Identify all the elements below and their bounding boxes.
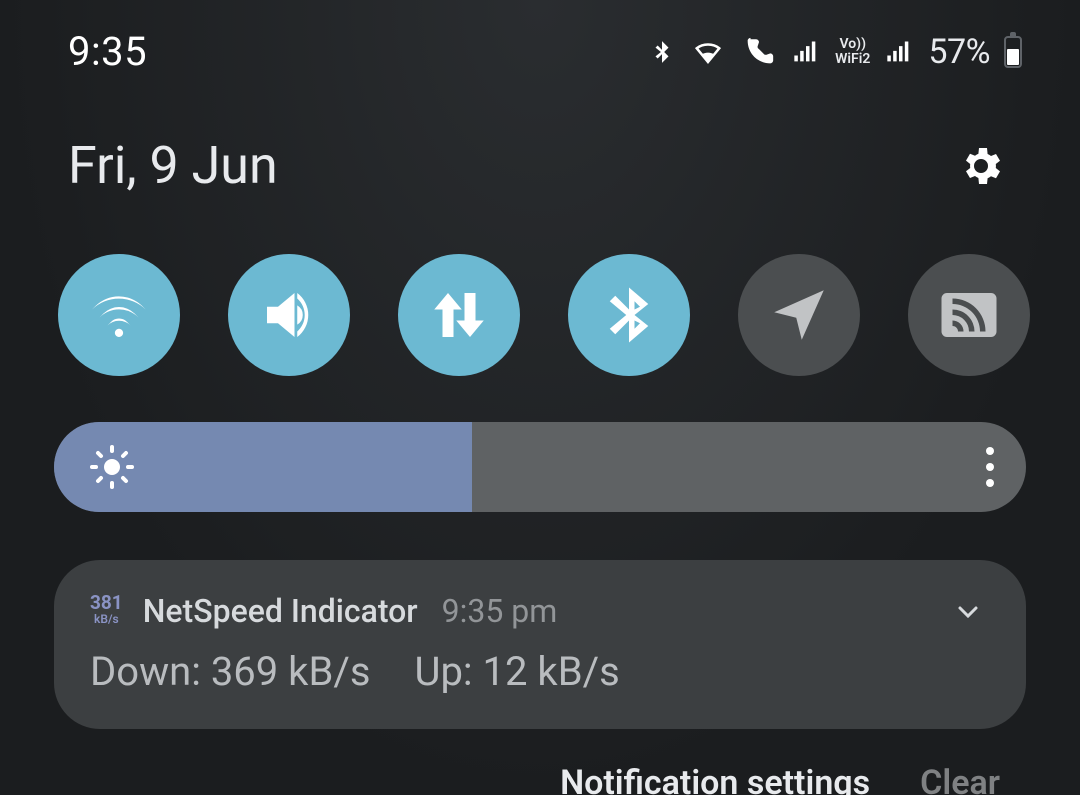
notification-header: 381 kB/s NetSpeed Indicator 9:35 pm — [90, 592, 980, 630]
toggle-smartview[interactable] — [908, 254, 1030, 376]
notification-card[interactable]: 381 kB/s NetSpeed Indicator 9:35 pm Down… — [54, 560, 1026, 729]
wifi-icon — [86, 282, 152, 348]
toggle-location[interactable] — [738, 254, 860, 376]
toggle-sound[interactable] — [228, 254, 350, 376]
notification-app-name: NetSpeed Indicator — [143, 592, 418, 630]
notification-time: 9:35 pm — [442, 592, 558, 630]
chevron-down-icon[interactable] — [950, 600, 986, 624]
up-speed: Up: 12 kB/s — [415, 648, 620, 695]
status-icons: Vo)) WiFi2 57% — [649, 32, 1022, 72]
notification-settings-button[interactable]: Notification settings — [560, 763, 870, 795]
notification-app-icon: 381 kB/s — [90, 595, 123, 627]
speaker-icon — [256, 282, 322, 348]
battery-icon — [1004, 36, 1022, 68]
quick-toggles-row — [0, 196, 1080, 376]
cast-icon — [936, 282, 1002, 348]
signal-2-icon — [884, 38, 914, 66]
bluetooth-icon — [649, 34, 675, 70]
status-time: 9:35 — [68, 28, 147, 75]
clear-button[interactable]: Clear — [920, 763, 1000, 795]
signal-1-icon — [791, 38, 821, 66]
wifi-icon — [689, 37, 727, 67]
settings-gear-icon[interactable] — [957, 142, 1005, 190]
brightness-more-icon[interactable] — [986, 447, 994, 487]
data-arrows-icon — [426, 282, 492, 348]
toggle-wifi[interactable] — [58, 254, 180, 376]
sim-label: Vo)) WiFi2 — [835, 37, 870, 67]
panel-header: Fri, 9 Jun — [0, 75, 1080, 196]
toggle-mobile-data[interactable] — [398, 254, 520, 376]
wifi-calling-icon — [741, 35, 777, 69]
bluetooth-icon — [596, 282, 662, 348]
battery-percent: 57% — [928, 32, 990, 72]
brightness-icon — [88, 443, 136, 491]
down-speed: Down: 369 kB/s — [90, 648, 371, 695]
brightness-slider[interactable] — [54, 422, 1026, 512]
location-icon — [766, 282, 832, 348]
notification-body: Down: 369 kB/s Up: 12 kB/s — [90, 648, 980, 695]
date-label[interactable]: Fri, 9 Jun — [68, 135, 278, 196]
toggle-bluetooth[interactable] — [568, 254, 690, 376]
status-bar: 9:35 Vo)) WiFi2 57% — [0, 0, 1080, 75]
footer-actions: Notification settings Clear — [0, 729, 1080, 795]
